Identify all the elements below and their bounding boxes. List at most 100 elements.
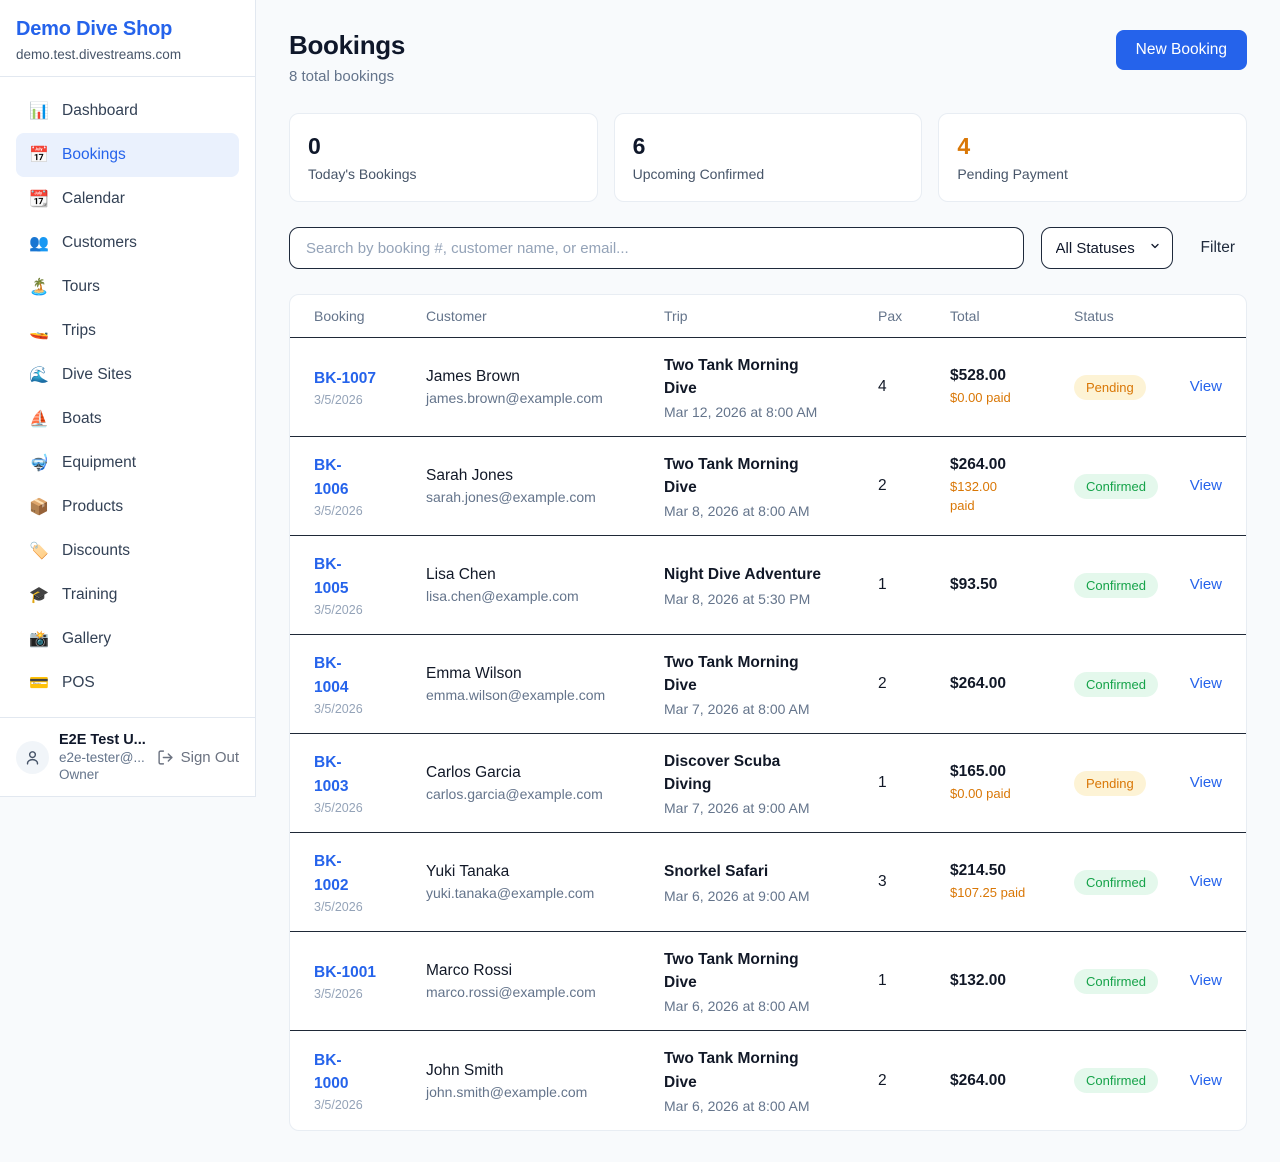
sidebar-item-discounts[interactable]: 🏷️ Discounts (16, 529, 239, 573)
customer-cell: Sarah Jones sarah.jones@example.com (426, 467, 664, 505)
trip-cell: Two Tank Morning Dive Mar 6, 2026 at 8:0… (664, 948, 878, 1015)
stat-label: Today's Bookings (308, 166, 579, 182)
table-row: BK-1004 3/5/2026 Emma Wilson emma.wilson… (290, 635, 1246, 734)
table-body: BK-1007 3/5/2026 James Brown james.brown… (290, 338, 1246, 1130)
customer-email: lisa.chen@example.com (426, 588, 664, 604)
column-header-status: Status (1074, 295, 1182, 337)
view-link[interactable]: View (1190, 774, 1222, 791)
customer-cell: John Smith john.smith@example.com (426, 1062, 664, 1100)
pax-value: 2 (878, 477, 887, 494)
status-cell: Pending (1074, 375, 1182, 400)
package-icon: 📦 (29, 497, 49, 517)
booking-id-link[interactable]: BK-1001 (314, 961, 426, 984)
stat-value: 0 (308, 133, 579, 160)
column-header-total: Total (950, 295, 1074, 337)
sidebar-item-dashboard[interactable]: 📊 Dashboard (16, 89, 239, 133)
sidebar-item-gallery[interactable]: 📸 Gallery (16, 617, 239, 661)
trip-datetime: Mar 7, 2026 at 8:00 AM (664, 701, 878, 717)
sailboat-icon: ⛵ (29, 409, 49, 429)
sidebar-item-equipment[interactable]: 🤿 Equipment (16, 441, 239, 485)
customer-email: yuki.tanaka@example.com (426, 885, 664, 901)
booking-id-link[interactable]: BK-1007 (314, 367, 426, 390)
sidebar-item-tours[interactable]: 🏝️ Tours (16, 265, 239, 309)
filter-button[interactable]: Filter (1189, 231, 1247, 265)
sidebar-item-bookings[interactable]: 📅 Bookings (16, 133, 239, 177)
booking-id-link[interactable]: BK-1003 (314, 751, 362, 798)
booking-id-link[interactable]: BK-1006 (314, 454, 362, 501)
booking-date: 3/5/2026 (314, 801, 426, 815)
total-amount: $264.00 (950, 456, 1074, 474)
booking-id-link[interactable]: BK-1002 (314, 850, 362, 897)
pax-value: 1 (878, 576, 887, 593)
trip-cell: Discover Scuba Diving Mar 7, 2026 at 9:0… (664, 750, 878, 817)
user-panel: E2E Test U... e2e-tester@... Owner Sign … (0, 717, 255, 796)
pax-cell: 2 (878, 1072, 950, 1090)
status-select[interactable]: All Statuses (1041, 227, 1173, 269)
trip-cell: Two Tank Morning Dive Mar 12, 2026 at 8:… (664, 354, 878, 421)
user-name: E2E Test U... (59, 732, 147, 748)
sidebar-item-dive-sites[interactable]: 🌊 Dive Sites (16, 353, 239, 397)
total-cell: $264.00 (950, 1072, 1074, 1090)
brand-name[interactable]: Demo Dive Shop (16, 18, 239, 41)
customer-cell: James Brown james.brown@example.com (426, 368, 664, 406)
sidebar-item-calendar[interactable]: 📆 Calendar (16, 177, 239, 221)
view-link[interactable]: View (1190, 378, 1222, 395)
view-link[interactable]: View (1190, 1072, 1222, 1089)
table-row: BK-1003 3/5/2026 Carlos Garcia carlos.ga… (290, 734, 1246, 833)
status-badge: Confirmed (1074, 672, 1158, 697)
trip-name: Snorkel Safari (664, 860, 878, 883)
customer-cell: Emma Wilson emma.wilson@example.com (426, 665, 664, 703)
stat-card: 6 Upcoming Confirmed (614, 113, 923, 202)
status-badge: Confirmed (1074, 870, 1158, 895)
trip-name: Night Dive Adventure (664, 563, 878, 586)
customer-email: james.brown@example.com (426, 390, 664, 406)
view-link[interactable]: View (1190, 477, 1222, 494)
column-header-customer: Customer (426, 295, 664, 337)
sidebar-item-products[interactable]: 📦 Products (16, 485, 239, 529)
total-cell: $93.50 (950, 576, 1074, 594)
sidebar-item-customers[interactable]: 👥 Customers (16, 221, 239, 265)
trip-name: Two Tank Morning Dive (664, 1047, 814, 1094)
total-amount: $264.00 (950, 1072, 1074, 1090)
view-link[interactable]: View (1190, 675, 1222, 692)
view-link[interactable]: View (1190, 972, 1222, 989)
status-cell: Pending (1074, 771, 1182, 796)
total-cell: $214.50 $107.25 paid (950, 862, 1074, 903)
booking-date: 3/5/2026 (314, 393, 426, 407)
trip-datetime: Mar 8, 2026 at 5:30 PM (664, 591, 878, 607)
actions-cell: View (1182, 873, 1222, 891)
sidebar-item-trips[interactable]: 🚤 Trips (16, 309, 239, 353)
trip-name: Two Tank Morning Dive (664, 948, 814, 995)
booking-id-link[interactable]: BK-1004 (314, 652, 362, 699)
table-header-row: Booking Customer Trip Pax Total Status (290, 295, 1246, 338)
sign-out-button[interactable]: Sign Out (157, 749, 239, 766)
booking-date: 3/5/2026 (314, 1098, 426, 1112)
new-booking-button[interactable]: New Booking (1116, 30, 1247, 70)
view-link[interactable]: View (1190, 576, 1222, 593)
pax-cell: 1 (878, 576, 950, 594)
status-cell: Confirmed (1074, 573, 1182, 598)
actions-cell: View (1182, 378, 1222, 396)
wave-icon: 🌊 (29, 365, 49, 385)
customer-name: John Smith (426, 1062, 664, 1080)
sidebar-item-label: Discounts (62, 542, 130, 560)
trip-datetime: Mar 6, 2026 at 8:00 AM (664, 1098, 878, 1114)
stat-card: 4 Pending Payment (938, 113, 1247, 202)
sidebar-item-pos[interactable]: 💳 POS (16, 661, 239, 705)
booking-date: 3/5/2026 (314, 603, 426, 617)
customer-cell: Carlos Garcia carlos.garcia@example.com (426, 764, 664, 802)
status-select-wrap: All Statuses (1041, 227, 1173, 269)
status-badge: Pending (1074, 771, 1146, 796)
booking-id-link[interactable]: BK-1000 (314, 1049, 362, 1096)
sidebar-item-boats[interactable]: ⛵ Boats (16, 397, 239, 441)
search-input[interactable] (289, 227, 1024, 269)
diving-mask-icon: 🤿 (29, 453, 49, 473)
status-cell: Confirmed (1074, 1068, 1182, 1093)
booking-cell: BK-1003 3/5/2026 (314, 751, 426, 815)
booking-id-link[interactable]: BK-1005 (314, 553, 362, 600)
status-cell: Confirmed (1074, 969, 1182, 994)
table-row: BK-1007 3/5/2026 James Brown james.brown… (290, 338, 1246, 437)
sidebar-item-training[interactable]: 🎓 Training (16, 573, 239, 617)
sidebar-item-label: Gallery (62, 630, 111, 648)
view-link[interactable]: View (1190, 873, 1222, 890)
